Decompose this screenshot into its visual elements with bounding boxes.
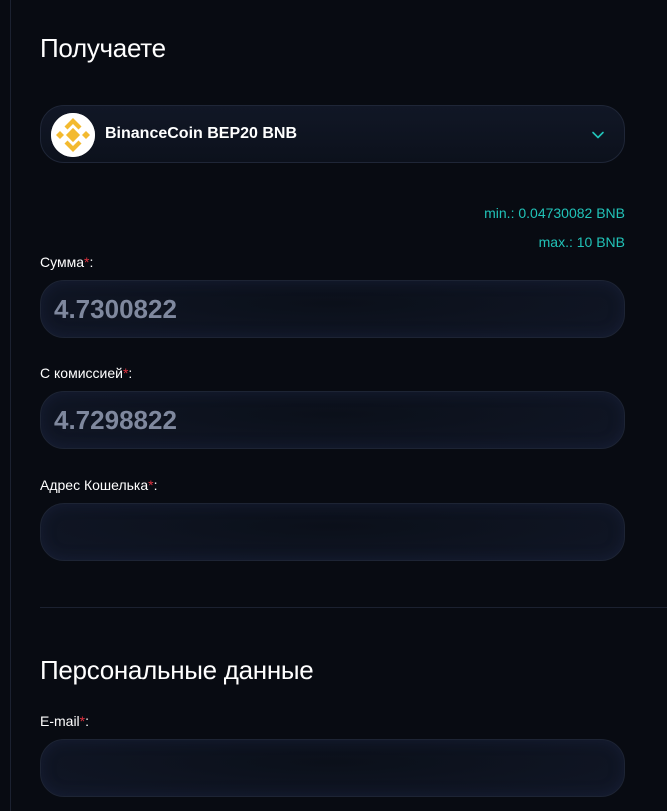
with-commission-label: С комиссией*: <box>40 365 133 381</box>
required-asterisk: * <box>148 477 154 493</box>
exchange-form-page: Получаете BinanceCoin BEP20 BNB min.: 0.… <box>0 0 667 811</box>
currency-label: BinanceCoin BEP20 BNB <box>105 125 298 142</box>
section-divider <box>40 607 667 608</box>
personal-data-section-title: Персональные данные <box>40 655 314 685</box>
required-asterisk: * <box>122 365 129 381</box>
min-amount-text: min.: 0.04730082 BNB <box>484 205 625 221</box>
wallet-address-label-text: Адрес Кошелька <box>40 477 149 493</box>
amount-field[interactable] <box>40 280 625 338</box>
bnb-coin-icon <box>51 113 95 157</box>
max-amount-text: max.: 10 BNB <box>538 234 625 250</box>
email-label: E-mail*: <box>40 713 90 729</box>
amount-label-text: Сумма <box>40 254 84 270</box>
wallet-address-input[interactable] <box>41 504 624 560</box>
required-asterisk: * <box>79 713 86 729</box>
wallet-address-label: Адрес Кошелька*: <box>40 477 158 493</box>
amount-label: Сумма*: <box>40 254 94 270</box>
chevron-down-icon[interactable] <box>590 127 606 143</box>
email-input[interactable] <box>41 740 624 796</box>
with-commission-input[interactable] <box>41 392 624 448</box>
email-field[interactable] <box>40 739 625 797</box>
email-label-text: E-mail <box>40 713 80 729</box>
left-border-line <box>10 0 11 811</box>
receive-section-title: Получаете <box>40 33 166 63</box>
with-commission-field[interactable] <box>40 391 625 449</box>
currency-select-dropdown[interactable]: BinanceCoin BEP20 BNB <box>40 105 625 163</box>
amount-input[interactable] <box>41 281 624 337</box>
required-asterisk: * <box>84 254 90 270</box>
wallet-address-field[interactable] <box>40 503 625 561</box>
with-commission-label-text: С комиссией <box>40 365 123 381</box>
